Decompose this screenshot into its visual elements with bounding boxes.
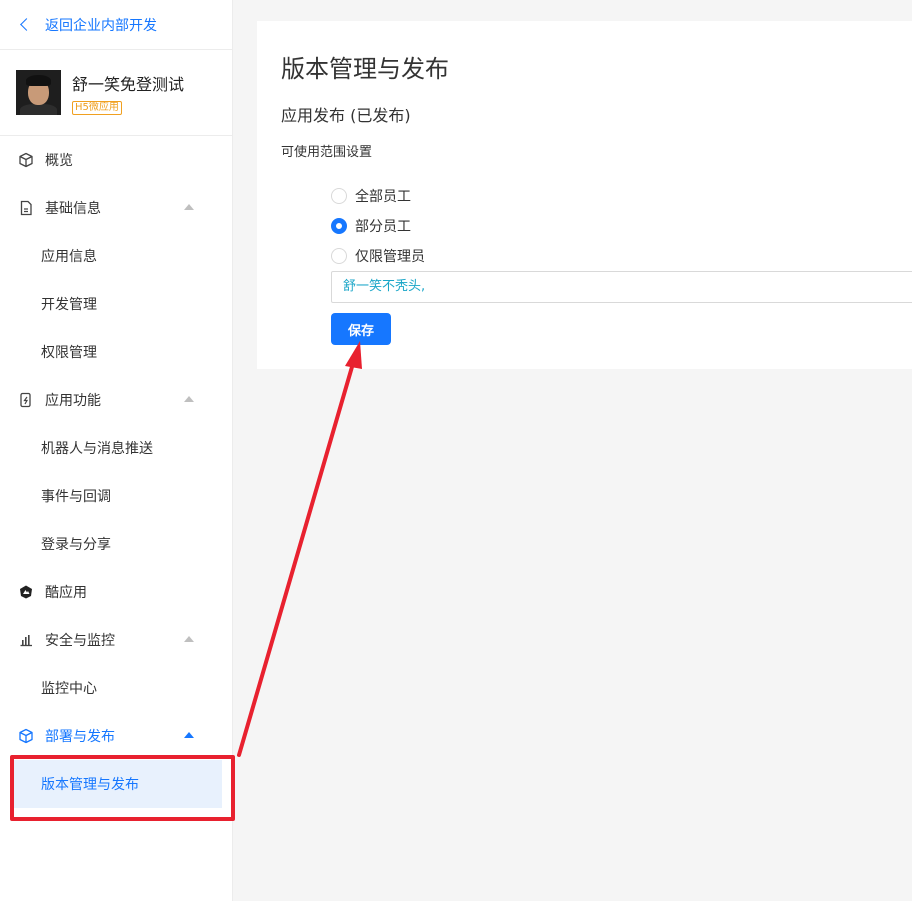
cool-app-icon xyxy=(18,584,34,600)
sidebar-item-label: 事件与回调 xyxy=(41,489,111,505)
sidebar-item-events-callbacks[interactable]: 事件与回调 xyxy=(0,472,232,520)
sidebar-item-label: 基础信息 xyxy=(45,201,101,217)
cube-icon xyxy=(18,728,34,744)
sidebar-item-label: 权限管理 xyxy=(41,345,97,361)
sidebar-item-label: 安全与监控 xyxy=(45,633,115,649)
sidebar-item-login-share[interactable]: 登录与分享 xyxy=(0,520,232,568)
sidebar-item-label: 开发管理 xyxy=(41,297,97,313)
avatar xyxy=(16,70,61,115)
caret-up-icon xyxy=(184,204,194,210)
sidebar-item-label: 酷应用 xyxy=(45,585,87,601)
sidebar-item-security-monitoring[interactable]: 安全与监控 xyxy=(0,616,232,664)
radio-some-employees[interactable]: 部分员工 xyxy=(331,216,411,236)
sidebar-item-label: 登录与分享 xyxy=(41,537,111,553)
back-label: 返回企业内部开发 xyxy=(45,17,157,34)
sidebar-item-monitoring-center[interactable]: 监控中心 xyxy=(0,664,232,712)
chevron-left-icon xyxy=(20,18,33,31)
sidebar-item-permissions[interactable]: 权限管理 xyxy=(0,328,232,376)
sidebar-item-overview[interactable]: 概览 xyxy=(0,136,232,184)
sidebar-item-deploy-release[interactable]: 部署与发布 xyxy=(0,712,232,760)
sidebar-item-label: 概览 xyxy=(45,153,73,169)
range-label: 可使用范围设置 xyxy=(281,145,373,160)
annotation-highlight-box xyxy=(10,755,235,821)
sidebar-item-label: 部署与发布 xyxy=(45,729,115,745)
radio-admins-only[interactable]: 仅限管理员 xyxy=(331,246,425,266)
app-type-badge: H5微应用 xyxy=(72,100,122,115)
sidebar-item-label: 应用信息 xyxy=(41,249,97,265)
caret-up-icon xyxy=(184,732,194,738)
radio-label: 部分员工 xyxy=(355,219,411,235)
radio-all-employees[interactable]: 全部员工 xyxy=(331,186,411,206)
sidebar-item-dev-management[interactable]: 开发管理 xyxy=(0,280,232,328)
main-card: 版本管理与发布 应用发布 (已发布) 可使用范围设置 全部员工 部分员工 仅限管… xyxy=(257,21,912,369)
sidebar-item-cool-app[interactable]: 酷应用 xyxy=(0,568,232,616)
radio-button[interactable] xyxy=(331,188,347,204)
app-name: 舒一笑免登测试 xyxy=(72,74,185,94)
caret-up-icon xyxy=(184,636,194,642)
cube-icon xyxy=(18,152,34,168)
sidebar-item-robot-messages[interactable]: 机器人与消息推送 xyxy=(0,424,232,472)
radio-button-checked[interactable] xyxy=(331,218,347,234)
sidebar-item-app-features[interactable]: 应用功能 xyxy=(0,376,232,424)
sidebar-item-label: 应用功能 xyxy=(45,393,101,409)
caret-up-icon xyxy=(184,396,194,402)
radio-label: 仅限管理员 xyxy=(355,249,425,265)
radio-label: 全部员工 xyxy=(355,189,411,205)
back-link[interactable]: 返回企业内部开发 xyxy=(0,0,232,50)
sidebar-item-label: 机器人与消息推送 xyxy=(41,441,153,457)
sidebar-item-basic-info[interactable]: 基础信息 xyxy=(0,184,232,232)
save-button[interactable]: 保存 xyxy=(331,313,391,345)
bar-chart-icon xyxy=(18,632,34,648)
page-title: 版本管理与发布 xyxy=(281,55,449,83)
phone-lightning-icon xyxy=(18,392,34,408)
member-select-input[interactable]: 舒一笑不秃头, xyxy=(331,271,912,303)
sidebar-item-app-info[interactable]: 应用信息 xyxy=(0,232,232,280)
app-info: 舒一笑免登测试 H5微应用 xyxy=(0,50,232,136)
document-icon xyxy=(18,200,34,216)
radio-button[interactable] xyxy=(331,248,347,264)
section-title: 应用发布 (已发布) xyxy=(281,106,411,125)
sidebar-item-label: 监控中心 xyxy=(41,681,97,697)
sidebar-nav: 概览 基础信息 应用信息 开发管理 权限管理 应用功能 机器人与消息推送 事件与… xyxy=(0,136,232,808)
